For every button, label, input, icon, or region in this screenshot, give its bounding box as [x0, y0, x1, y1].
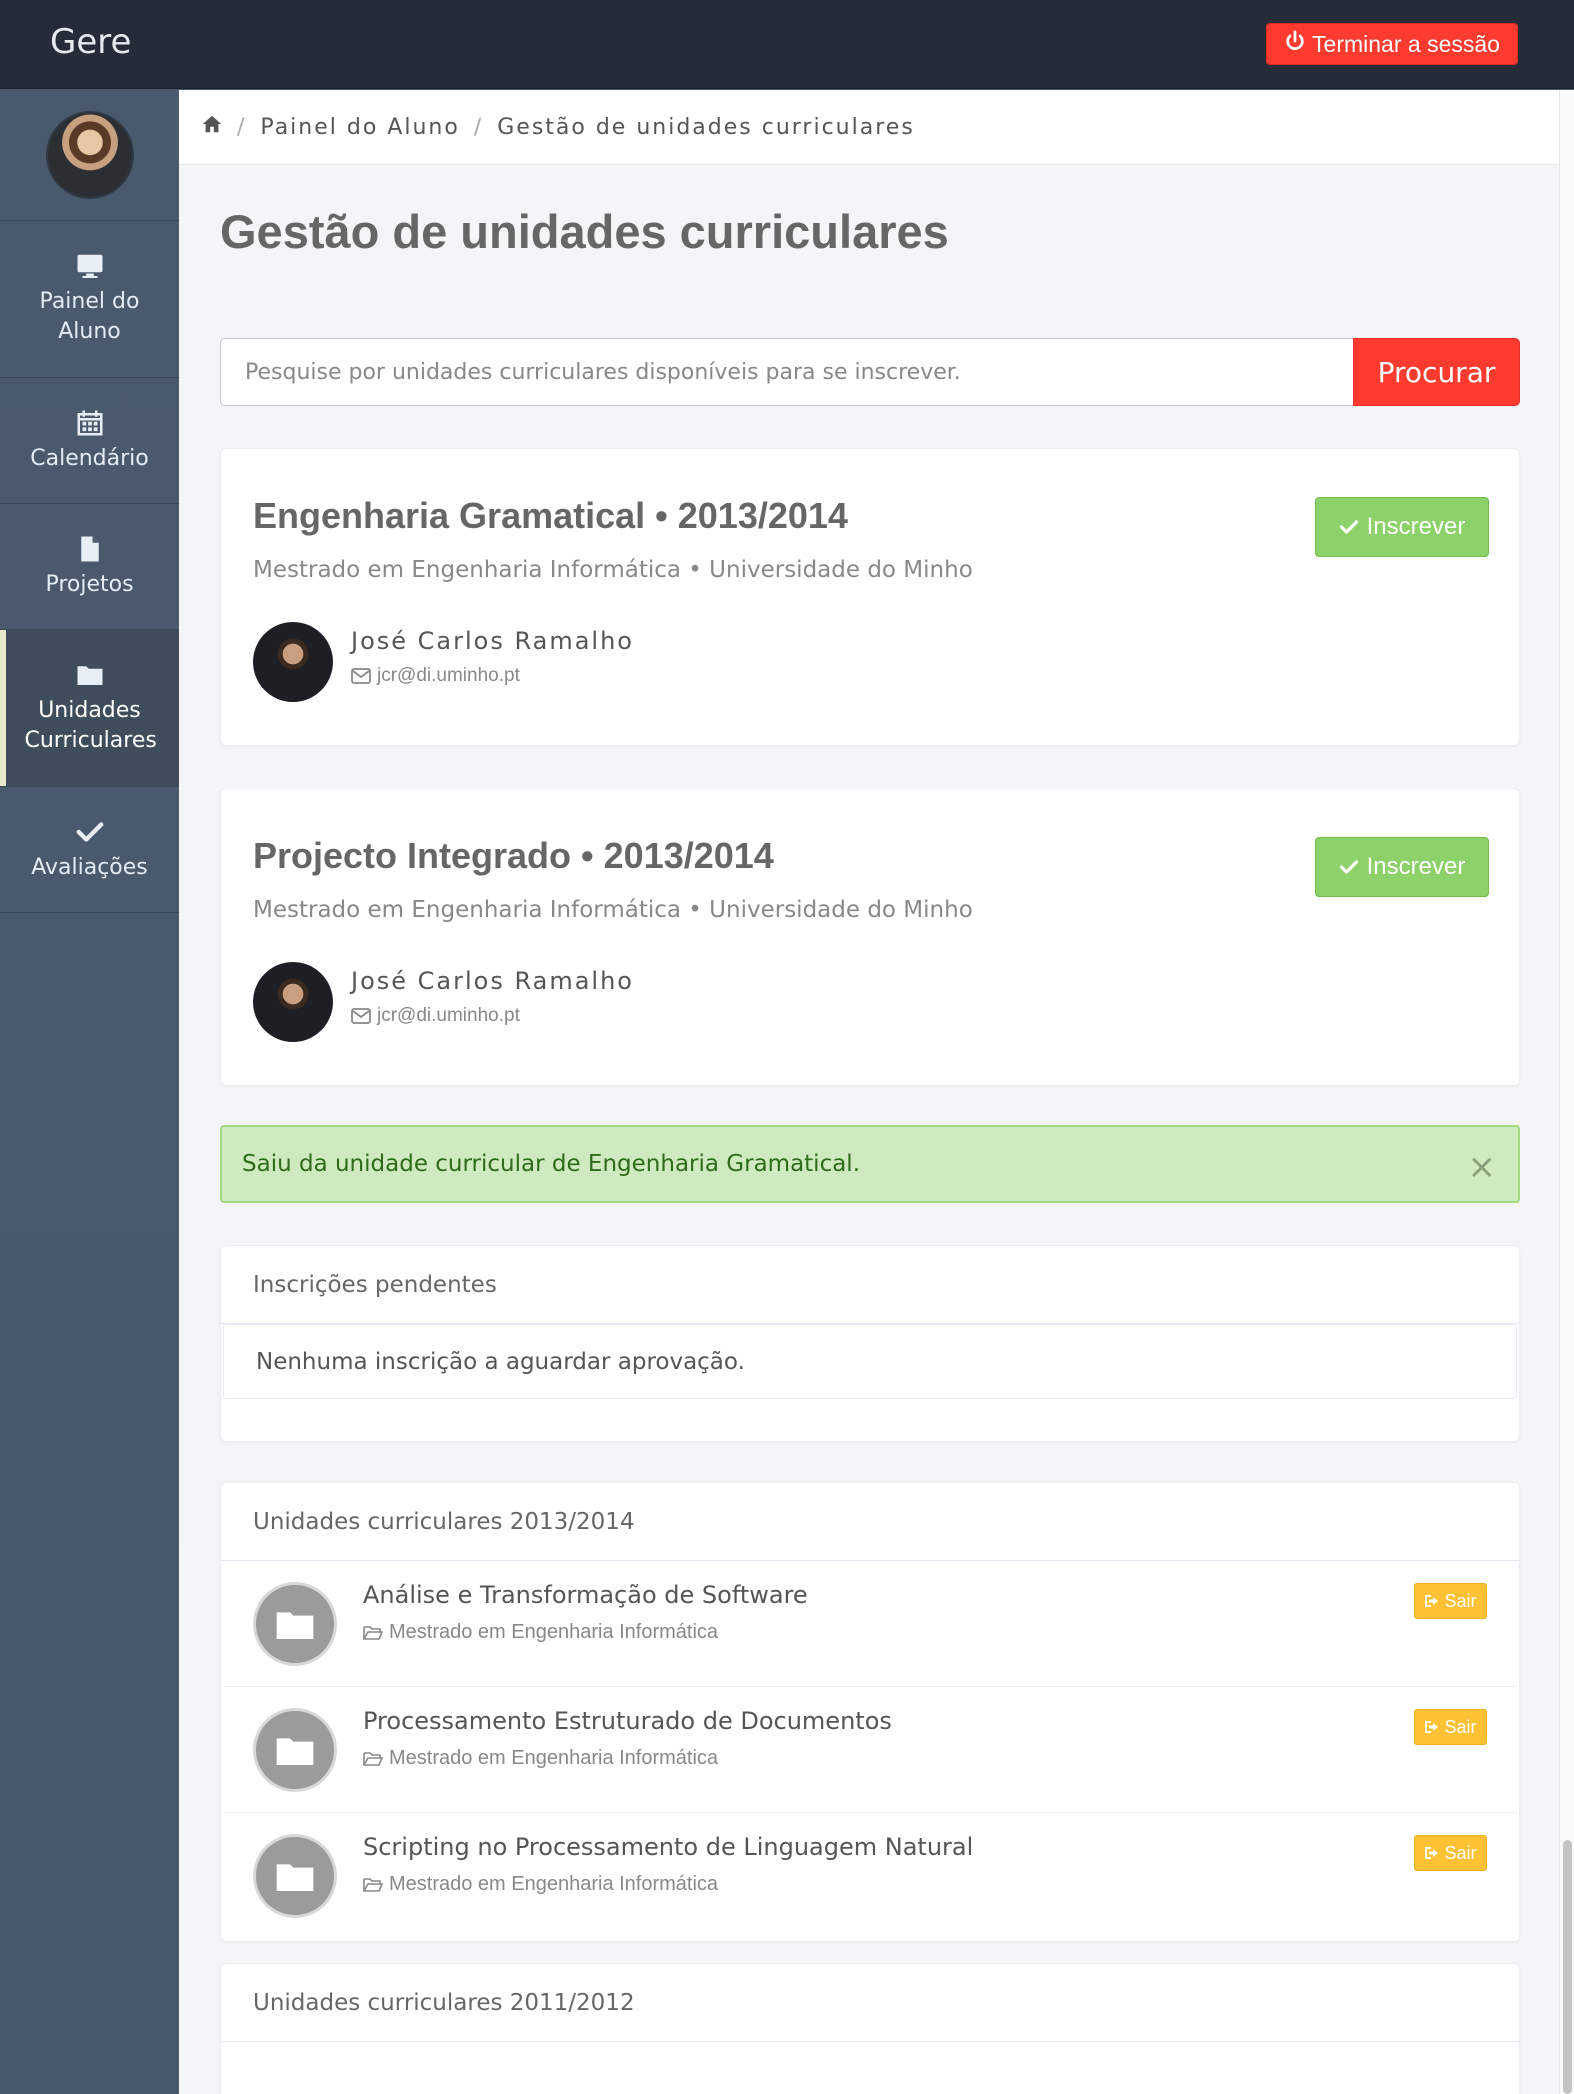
uc-degree: Mestrado em Engenharia Informática	[363, 1873, 718, 1896]
sign-out-icon	[1425, 1721, 1439, 1733]
leave-button[interactable]: Sair	[1414, 1835, 1487, 1871]
teacher-email-text: jcr@di.uminho.pt	[377, 1005, 520, 1026]
top-navbar: Gere Terminar a sessão	[0, 0, 1574, 89]
sidebar-item-label: Avaliações	[31, 854, 148, 880]
leave-label: Sair	[1444, 1716, 1477, 1737]
uc-name[interactable]: Análise e Transformação de Software	[363, 1581, 808, 1609]
monitor-icon	[77, 254, 102, 278]
teacher-name: José Carlos Ramalho	[351, 627, 634, 655]
teacher-avatar	[253, 622, 333, 702]
scrollbar-thumb[interactable]	[1563, 1840, 1572, 2094]
sidebar-item-painel-do-aluno[interactable]: Painel do Aluno	[0, 221, 179, 378]
sign-out-icon	[1425, 1595, 1439, 1607]
uc-name[interactable]: Processamento Estruturado de Documentos	[363, 1707, 892, 1735]
envelope-icon	[351, 668, 371, 684]
breadcrumb-item-painel[interactable]: Painel do Aluno	[260, 115, 459, 140]
list-item[interactable]: Processamento Estruturado de Documentos …	[223, 1687, 1517, 1813]
teacher-email-text: jcr@di.uminho.pt	[377, 665, 520, 686]
breadcrumb-separator: /	[237, 114, 247, 140]
sidebar-item-unidades-curriculares[interactable]: Unidades Curriculares	[0, 630, 179, 787]
uc-degree: Mestrado em Engenharia Informática	[363, 1747, 718, 1770]
course-subtitle: Mestrado em Engenharia Informática • Uni…	[253, 897, 973, 923]
sidebar-item-avaliacoes[interactable]: Avaliações	[0, 787, 179, 913]
uc-name[interactable]: Scripting no Processamento de Linguagem …	[363, 1833, 973, 1861]
enroll-button[interactable]: Inscrever	[1315, 837, 1489, 897]
sidebar-item-label: Calendário	[30, 445, 149, 471]
sidebar-item-projetos[interactable]: Projetos	[0, 504, 179, 630]
enroll-button[interactable]: Inscrever	[1315, 497, 1489, 557]
pending-panel: Inscrições pendentes Nenhuma inscrição a…	[220, 1245, 1520, 1442]
leave-button[interactable]: Sair	[1414, 1709, 1487, 1745]
search-button[interactable]: Procurar	[1353, 338, 1520, 406]
sidebar-item-label: Painel do Aluno	[39, 289, 140, 344]
uc-degree-text: Mestrado em Engenharia Informática	[389, 1747, 719, 1769]
success-alert: Saiu da unidade curricular de Engenharia…	[220, 1125, 1520, 1203]
envelope-icon	[351, 1008, 371, 1024]
course-title: Projecto Integrado • 2013/2014	[253, 835, 774, 876]
brand-logo[interactable]: Gere	[50, 22, 131, 62]
list-item[interactable]: Scripting no Processamento de Linguagem …	[223, 1813, 1517, 1939]
user-avatar-container	[0, 90, 179, 221]
sidebar-item-label: Projetos	[45, 571, 134, 597]
check-icon	[1339, 520, 1358, 534]
logout-label: Terminar a sessão	[1312, 30, 1500, 57]
enrolled-panel-2011: Unidades curriculares 2011/2012	[220, 1963, 1520, 2094]
teacher-avatar	[253, 962, 333, 1042]
scrollbar[interactable]	[1559, 90, 1574, 2094]
course-card: Engenharia Gramatical • 2013/2014 Mestra…	[220, 448, 1520, 746]
power-icon	[1284, 30, 1306, 58]
folder-icon	[253, 1708, 337, 1792]
enrolled-panel-2013: Unidades curriculares 2013/2014 Análise …	[220, 1482, 1520, 1942]
list-item[interactable]: Análise e Transformação de Software Mest…	[223, 1561, 1517, 1687]
home-icon[interactable]	[201, 113, 223, 141]
close-icon[interactable]: ×	[1468, 1147, 1497, 1187]
main-content: / Painel do Aluno / Gestão de unidades c…	[179, 90, 1559, 2094]
teacher-name: José Carlos Ramalho	[351, 967, 634, 995]
check-icon	[1339, 860, 1358, 874]
user-avatar[interactable]	[45, 111, 134, 199]
alert-message: Saiu da unidade curricular de Engenharia…	[242, 1151, 861, 1177]
folder-open-icon	[363, 1625, 383, 1640]
check-icon	[76, 821, 103, 842]
leave-label: Sair	[1444, 1842, 1477, 1863]
file-icon	[80, 536, 99, 561]
folder-icon	[77, 666, 102, 685]
folder-icon	[253, 1582, 337, 1666]
enrolled-list: Análise e Transformação de Software Mest…	[221, 1561, 1519, 1939]
leave-label: Sair	[1444, 1590, 1477, 1611]
panel-title: Unidades curriculares 2011/2012	[221, 1964, 1519, 2042]
folder-icon	[253, 1834, 337, 1918]
calendar-icon	[77, 410, 102, 435]
breadcrumb-item-current: Gestão de unidades curriculares	[497, 114, 915, 140]
panel-title: Unidades curriculares 2013/2014	[221, 1483, 1519, 1561]
search-bar: Procurar	[220, 338, 1520, 406]
logout-button[interactable]: Terminar a sessão	[1266, 23, 1518, 65]
teacher-email[interactable]: jcr@di.uminho.pt	[351, 1005, 520, 1027]
leave-button[interactable]: Sair	[1414, 1583, 1487, 1619]
breadcrumb: / Painel do Aluno / Gestão de unidades c…	[179, 90, 1559, 165]
panel-title: Inscrições pendentes	[221, 1246, 1519, 1324]
course-card: Projecto Integrado • 2013/2014 Mestrado …	[220, 788, 1520, 1086]
teacher-email[interactable]: jcr@di.uminho.pt	[351, 665, 520, 687]
folder-open-icon	[363, 1751, 383, 1766]
empty-message: Nenhuma inscrição a aguardar aprovação.	[223, 1324, 1517, 1399]
page-title: Gestão de unidades curriculares	[220, 205, 949, 258]
sidebar-item-label: Unidades Curriculares	[24, 698, 157, 753]
enroll-label: Inscrever	[1366, 853, 1466, 880]
sign-out-icon	[1425, 1847, 1439, 1859]
enroll-label: Inscrever	[1366, 513, 1466, 540]
course-subtitle: Mestrado em Engenharia Informática • Uni…	[253, 557, 973, 583]
uc-degree: Mestrado em Engenharia Informática	[363, 1621, 718, 1644]
folder-open-icon	[363, 1877, 383, 1892]
uc-degree-text: Mestrado em Engenharia Informática	[389, 1873, 719, 1895]
search-input[interactable]	[220, 338, 1353, 406]
course-title: Engenharia Gramatical • 2013/2014	[253, 495, 848, 536]
sidebar-item-calendario[interactable]: Calendário	[0, 378, 179, 504]
uc-degree-text: Mestrado em Engenharia Informática	[389, 1621, 719, 1643]
sidebar: Painel do Aluno Calendário Projetos Unid…	[0, 90, 179, 2094]
breadcrumb-separator: /	[473, 114, 484, 140]
